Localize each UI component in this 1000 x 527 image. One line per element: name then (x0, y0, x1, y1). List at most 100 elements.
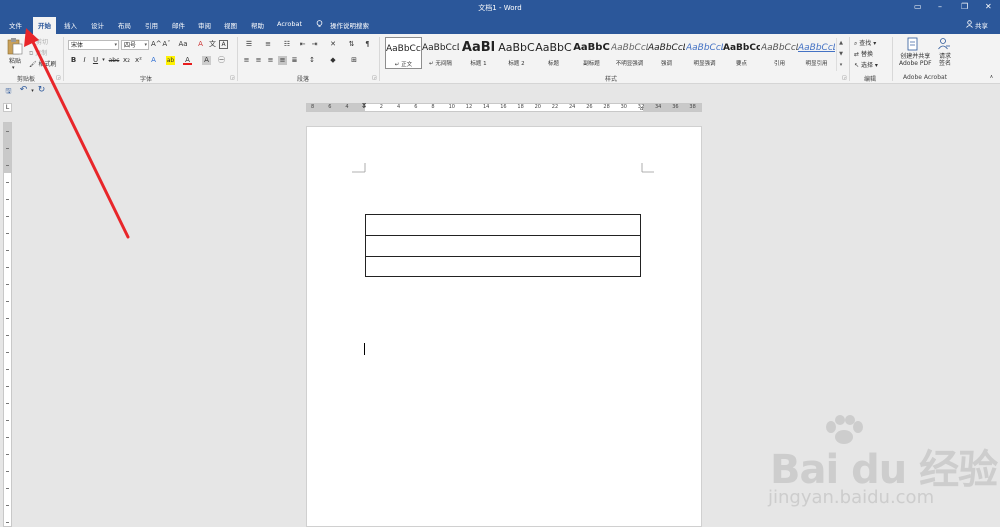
indent-marker-icon[interactable]: ⧖ (362, 102, 366, 110)
paste-button[interactable]: 粘贴 (9, 56, 21, 65)
find-button[interactable]: ⌕ 查找 ▾ (854, 38, 876, 48)
more-icon[interactable]: ▾ (840, 62, 843, 68)
bold-button[interactable]: B (69, 56, 78, 65)
horizontal-ruler[interactable]: 8 6 4 2 2 4 6 8 10 12 14 16 18 20 22 24 26 28 30 32 34 36 38 ⧖… (306, 102, 702, 112)
shrink-font-button[interactable]: Aˇ (162, 40, 171, 49)
font-color-button[interactable]: A (183, 56, 192, 65)
document-page[interactable] (306, 126, 702, 527)
align-right-icon[interactable]: ≡ (266, 56, 275, 65)
distributed-icon[interactable]: ≣ (290, 56, 299, 65)
collapse-ribbon-icon[interactable]: ∧ (987, 73, 996, 82)
style-intense-emphasis[interactable]: AaBbCcDd明显强调 (686, 37, 723, 69)
chevron-down-icon[interactable]: ▼ (839, 51, 843, 57)
request-signature-icon[interactable] (937, 37, 951, 51)
undo-dropdown-icon[interactable]: ▾ (28, 87, 37, 96)
align-center-icon[interactable]: ≡ (254, 56, 263, 65)
chevron-up-icon[interactable]: ▲ (839, 40, 843, 46)
right-indent-marker-icon[interactable]: ⌂ (640, 106, 643, 112)
tab-view[interactable]: 视图 (224, 20, 237, 30)
strikethrough-button[interactable]: abc (108, 56, 120, 65)
font-dialog-launcher-icon[interactable]: ◲ (230, 75, 235, 81)
ribbon-display-options-icon[interactable]: ▭ (914, 3, 922, 11)
tab-insert[interactable]: 插入 (64, 20, 77, 30)
styles-dialog-launcher-icon[interactable]: ◲ (842, 75, 847, 81)
restore-button[interactable]: ❐ (961, 3, 968, 11)
tab-layout[interactable]: 布局 (118, 20, 131, 30)
style-emphasis[interactable]: AaBbCcDd强调 (648, 37, 685, 69)
style-title[interactable]: AaBbC 标题 (535, 37, 572, 69)
create-pdf-icon[interactable] (906, 37, 920, 51)
bullets-icon[interactable]: ☰ (242, 40, 256, 49)
italic-button[interactable]: I (80, 56, 89, 65)
tab-acrobat[interactable]: Acrobat (277, 20, 302, 28)
paste-dropdown-icon[interactable]: ▾ (12, 65, 15, 71)
style-subtitle[interactable]: AaBbC 副标题 (573, 37, 610, 69)
subscript-button[interactable]: x₂ (122, 56, 131, 65)
shading-icon[interactable]: ◆ (326, 56, 340, 65)
style-normal[interactable]: AaBbCcDd↵ 正文 (385, 37, 422, 69)
tab-review[interactable]: 审阅 (198, 20, 211, 30)
phonetic-guide-icon[interactable]: 文 (208, 40, 217, 49)
justify-icon[interactable]: ≡ (278, 56, 287, 65)
tell-me-search[interactable]: 操作说明搜索 (330, 20, 369, 30)
minimize-button[interactable]: – (938, 3, 942, 11)
sort-icon[interactable]: ⇅ (347, 40, 356, 49)
tab-design[interactable]: 设计 (91, 20, 104, 30)
close-button[interactable]: ✕ (985, 3, 992, 11)
line-spacing-icon[interactable]: ↕ (305, 56, 319, 65)
change-case-button[interactable]: Aa (176, 40, 190, 49)
vertical-ruler[interactable] (3, 122, 12, 527)
table-row[interactable] (366, 257, 640, 278)
styles-gallery-scroll[interactable]: ▲ ▼ ▾ (836, 38, 845, 71)
grow-font-button[interactable]: A^ (151, 40, 162, 49)
style-heading-1[interactable]: AaBl 标题 1 (460, 37, 497, 69)
share-button[interactable]: 共享 (975, 20, 988, 30)
decrease-indent-icon[interactable]: ⇤ (298, 40, 307, 49)
style-no-spacing[interactable]: AaBbCcDd↵ 无间隔 (422, 37, 459, 69)
asian-layout-icon[interactable]: ✕ (326, 40, 340, 49)
align-left-icon[interactable]: ≡ (242, 56, 251, 65)
enclose-characters-button[interactable]: A (219, 40, 228, 49)
multilevel-list-icon[interactable]: ☷ (280, 40, 294, 49)
replace-button[interactable]: ⇄ 替换 (854, 49, 873, 58)
tab-help[interactable]: 帮助 (251, 20, 264, 30)
tab-references[interactable]: 引用 (145, 20, 158, 30)
style-strong[interactable]: AaBbCcDd要点 (723, 37, 760, 69)
copy-button[interactable]: ⧉ 复制 (29, 48, 47, 58)
font-name-combo[interactable]: 宋体 ▾ (68, 40, 119, 50)
superscript-button[interactable]: x² (134, 56, 143, 65)
increase-indent-icon[interactable]: ⇥ (310, 40, 319, 49)
text-effects-icon[interactable]: A (149, 56, 158, 65)
character-shading-icon[interactable]: A (202, 56, 211, 65)
paragraph-dialog-launcher-icon[interactable]: ◲ (372, 75, 377, 81)
style-intense-quote[interactable]: AaBbCcDd明显引用 (798, 37, 835, 69)
tab-file[interactable]: 文件 (9, 20, 22, 30)
cut-button[interactable]: ✂ 剪切 (29, 37, 48, 46)
enclosed-character-icon[interactable]: ㊀ (217, 56, 226, 65)
table-row[interactable] (366, 215, 640, 236)
create-share-pdf-button[interactable]: 创建并共享 Adobe PDF (899, 53, 932, 67)
paste-icon[interactable] (7, 37, 23, 55)
numbering-icon[interactable]: ≡ (261, 40, 275, 49)
table-row[interactable] (366, 236, 640, 257)
repeat-icon[interactable]: ↻ (37, 86, 46, 95)
select-button[interactable]: ↖ 选择 ▾ (854, 60, 878, 69)
clipboard-dialog-launcher-icon[interactable]: ◲ (56, 75, 61, 81)
borders-icon[interactable]: ⊞ (347, 56, 361, 65)
show-formatting-marks-icon[interactable]: ¶ (363, 40, 372, 49)
tab-mailings[interactable]: 邮件 (172, 20, 185, 30)
tab-home[interactable]: 开始 (33, 17, 56, 34)
format-painter-button[interactable]: 🖌 格式刷 (29, 59, 57, 68)
style-heading-2[interactable]: AaBbC 标题 2 (498, 37, 535, 69)
chevron-down-icon[interactable]: ▾ (99, 56, 108, 65)
text-highlight-button[interactable]: ab (166, 56, 175, 65)
save-icon[interactable]: 🖫 (4, 87, 13, 96)
clear-formatting-button[interactable]: A (196, 40, 205, 49)
style-quote[interactable]: AaBbCcDd引用 (761, 37, 798, 69)
tab-stop-selector[interactable]: L (3, 103, 12, 112)
font-size-combo[interactable]: 四号 ▾ (121, 40, 149, 50)
document-table[interactable] (365, 214, 641, 277)
undo-icon[interactable]: ↶ (19, 86, 28, 95)
style-subtle-emphasis[interactable]: AaBbCcDd不明显强调 (611, 37, 648, 69)
request-signature-button[interactable]: 请求 签名 (939, 53, 951, 67)
